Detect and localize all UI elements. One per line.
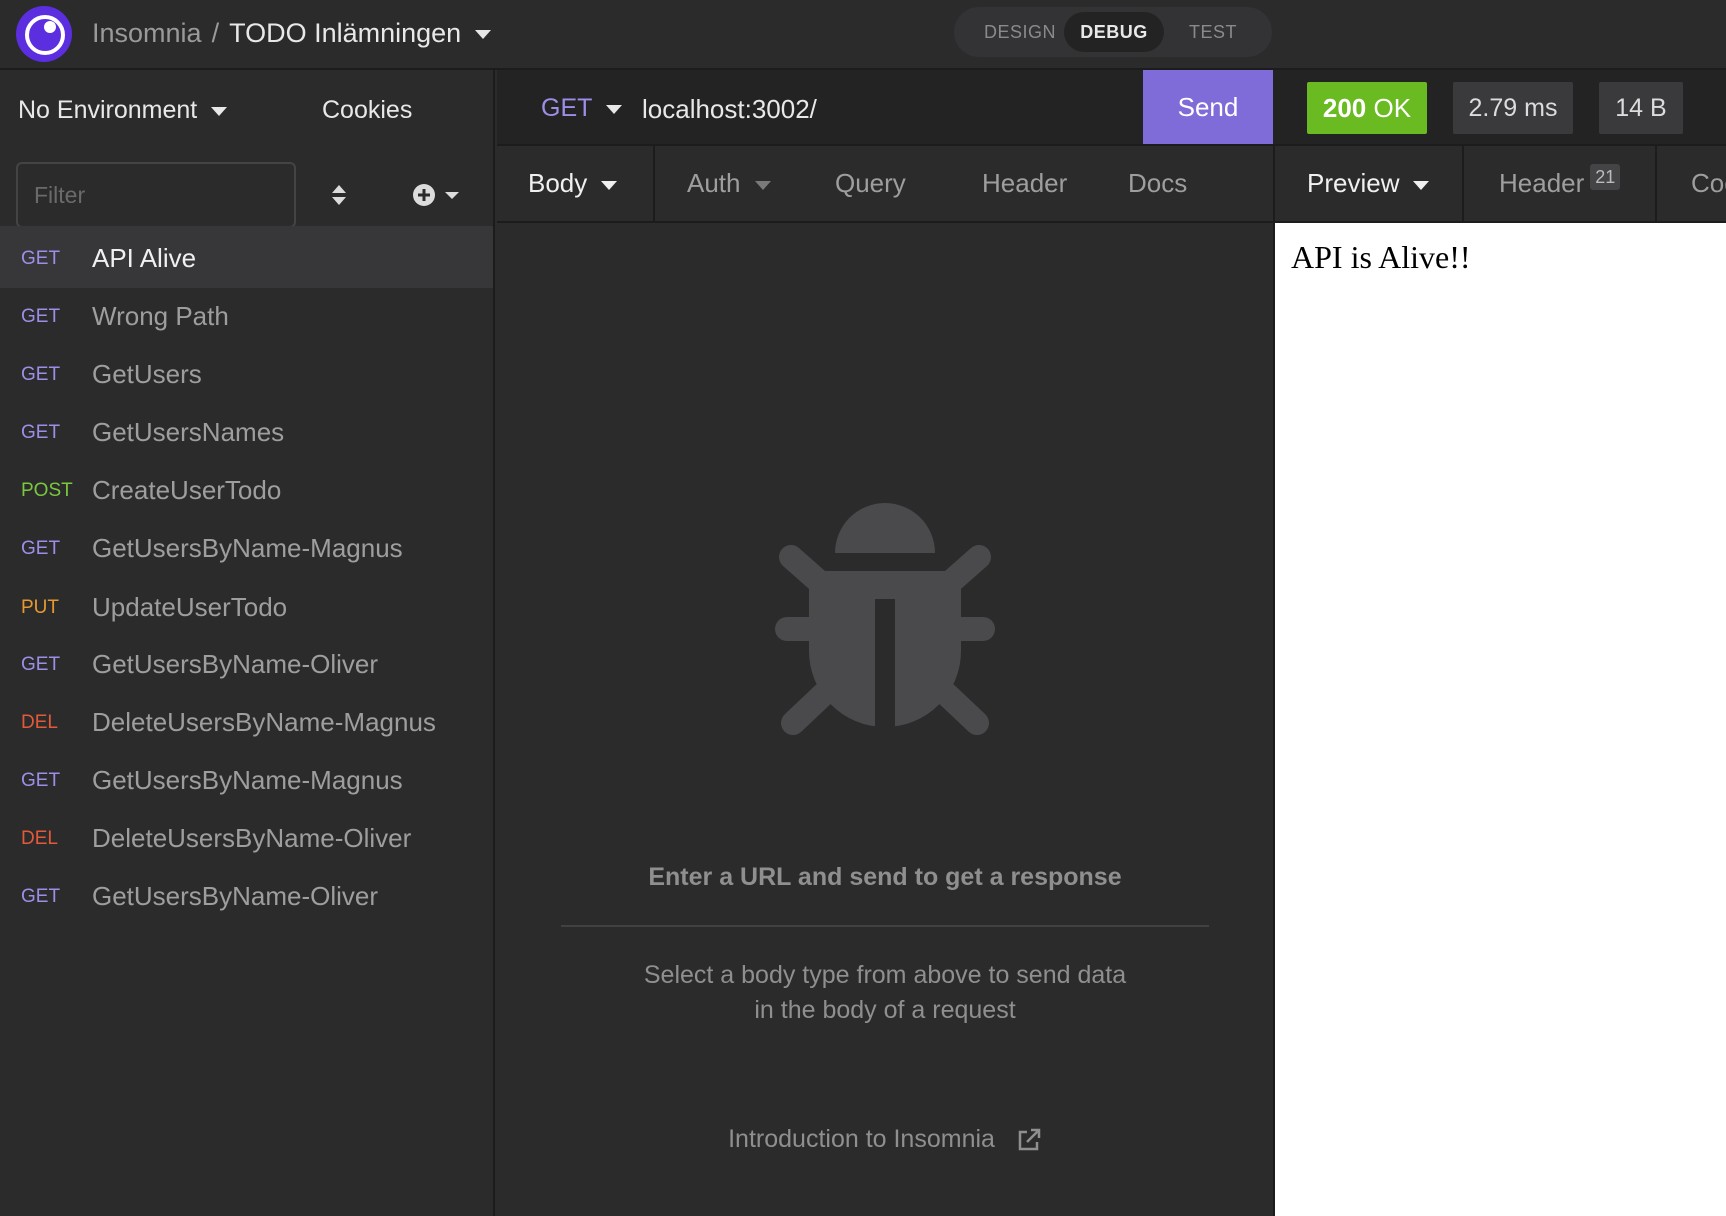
url-bar: GET localhost:3002/ Send 200 OK 2.79 ms … <box>497 70 1726 146</box>
tab-divider <box>653 146 655 223</box>
request-name: UpdateUserTodo <box>92 592 288 622</box>
chevron-down-icon <box>211 106 228 116</box>
chevron-down-icon[interactable] <box>475 30 492 40</box>
method-badge: GET <box>21 538 61 559</box>
request-name: CreateUserTodo <box>92 475 282 505</box>
chevron-down-icon <box>606 104 623 114</box>
empty-state-description: Select a body type from above to send da… <box>497 958 1273 1028</box>
method-badge: DEL <box>21 712 58 733</box>
preview-text: API is Alive!! <box>1291 239 1471 275</box>
request-item[interactable]: GET GetUsersByName-Magnus <box>0 516 493 578</box>
request-name: API Alive <box>92 243 197 273</box>
chevron-down-icon <box>754 180 771 190</box>
tab-response-header[interactable]: Header 21 <box>1499 164 1621 199</box>
request-item[interactable]: GET API Alive <box>0 226 493 288</box>
request-item[interactable]: PUT UpdateUserTodo <box>0 575 493 637</box>
request-item[interactable]: POST CreateUserTodo <box>0 458 493 520</box>
bug-icon <box>775 503 995 739</box>
tab-preview-label: Preview <box>1307 168 1400 198</box>
response-preview: API is Alive!! <box>1273 223 1726 1216</box>
sidebar: No Environment Cookies GET API Alive GET W… <box>0 70 495 1216</box>
add-request-icon[interactable] <box>412 183 464 207</box>
request-item[interactable]: GET GetUsersNames <box>0 400 493 462</box>
request-name: DeleteUsersByName-Oliver <box>92 823 412 853</box>
tab-preview[interactable]: Preview <box>1307 168 1430 199</box>
response-time: 2.79 ms <box>1453 82 1573 134</box>
method-badge: GET <box>21 422 61 443</box>
method-dropdown[interactable]: GET <box>541 94 623 123</box>
request-tabs: Body Auth Query Header Docs <box>497 146 1273 223</box>
top-bar: Insomnia / TODO Inlämningen DESIGN DEBUG T… <box>0 0 1726 70</box>
sort-icon[interactable] <box>330 183 348 207</box>
empty-state-title: Enter a URL and send to get a response <box>648 863 1122 891</box>
method-badge: POST <box>21 480 73 501</box>
tab-divider <box>1462 146 1464 221</box>
method-badge: DEL <box>21 828 58 849</box>
request-name: GetUsersNames <box>92 417 285 447</box>
environment-label: No Environment <box>18 96 198 124</box>
method-label: GET <box>541 94 593 122</box>
intro-link[interactable]: Introduction to Insomnia <box>497 1125 1273 1154</box>
tab-body[interactable]: Body <box>528 168 618 199</box>
tab-cookies[interactable]: Coo <box>1691 168 1726 199</box>
tab-docs[interactable]: Docs <box>1128 168 1187 199</box>
tab-auth[interactable]: Auth <box>687 168 771 199</box>
tab-query[interactable]: Query <box>835 168 906 199</box>
tab-divider <box>1655 146 1657 221</box>
breadcrumb-separator: / <box>211 18 220 48</box>
chevron-down-icon <box>1413 180 1430 190</box>
tab-debug[interactable]: DEBUG <box>1064 12 1164 52</box>
request-name: GetUsersByName-Oliver <box>92 649 379 679</box>
request-item[interactable]: GET Wrong Path <box>0 284 493 346</box>
method-badge: PUT <box>21 597 59 618</box>
environment-dropdown[interactable]: No Environment <box>18 96 228 125</box>
insomnia-logo[interactable] <box>16 6 72 62</box>
request-name: GetUsersByName-Magnus <box>92 533 403 563</box>
method-badge: GET <box>21 886 61 907</box>
method-badge: GET <box>21 770 61 791</box>
send-button[interactable]: Send <box>1143 70 1273 144</box>
tab-body-label: Body <box>528 168 588 198</box>
breadcrumb-workspace[interactable]: TODO Inlämningen <box>229 18 461 48</box>
method-badge: GET <box>21 654 61 675</box>
header-count-badge: 21 <box>1590 164 1621 190</box>
breadcrumb-app[interactable]: Insomnia <box>92 18 202 48</box>
response-tabs: Preview Header21 Coo <box>1273 146 1726 223</box>
request-item[interactable]: GET GetUsersByName-Oliver <box>0 864 493 926</box>
request-item[interactable]: GET GetUsers <box>0 342 493 404</box>
request-name: Wrong Path <box>92 301 229 331</box>
request-name: GetUsersByName-Oliver <box>92 881 379 911</box>
status-text: OK <box>1373 93 1412 123</box>
tab-design[interactable]: DESIGN <box>970 12 1070 52</box>
mode-switcher: DESIGN DEBUG TEST <box>954 7 1272 57</box>
empty-state-line: in the body of a request <box>754 996 1016 1024</box>
request-name: GetUsersByName-Magnus <box>92 765 403 795</box>
request-name: DeleteUsersByName-Magnus <box>92 707 436 737</box>
divider <box>561 925 1209 927</box>
request-item[interactable]: DEL DeleteUsersByName-Oliver <box>0 806 493 868</box>
tab-header[interactable]: Header <box>982 168 1067 199</box>
method-badge: GET <box>21 306 61 327</box>
tab-auth-label: Auth <box>687 168 741 198</box>
request-body-pane: Enter a URL and send to get a response S… <box>497 223 1273 1216</box>
cookies-button[interactable]: Cookies <box>322 96 412 125</box>
request-item[interactable]: DEL DeleteUsersByName-Magnus <box>0 690 493 752</box>
chevron-down-icon <box>601 180 618 190</box>
status-badge: 200 OK <box>1307 82 1427 134</box>
breadcrumb: Insomnia / TODO Inlämningen <box>92 18 492 49</box>
url-input[interactable]: localhost:3002/ <box>642 94 817 125</box>
intro-link-label: Introduction to Insomnia <box>728 1125 995 1153</box>
external-link-icon <box>1018 1129 1041 1151</box>
response-size: 14 B <box>1599 82 1683 134</box>
empty-state-line: Select a body type from above to send da… <box>643 961 1127 989</box>
tab-header-label: Header <box>1499 168 1585 198</box>
method-badge: GET <box>21 364 61 385</box>
method-badge: GET <box>21 248 61 269</box>
filter-input[interactable] <box>16 162 296 228</box>
request-item[interactable]: GET GetUsersByName-Oliver <box>0 632 493 694</box>
tab-test[interactable]: TEST <box>1168 12 1258 52</box>
request-item[interactable]: GET GetUsersByName-Magnus <box>0 748 493 810</box>
request-name: GetUsers <box>92 359 202 389</box>
status-code: 200 <box>1322 93 1367 123</box>
